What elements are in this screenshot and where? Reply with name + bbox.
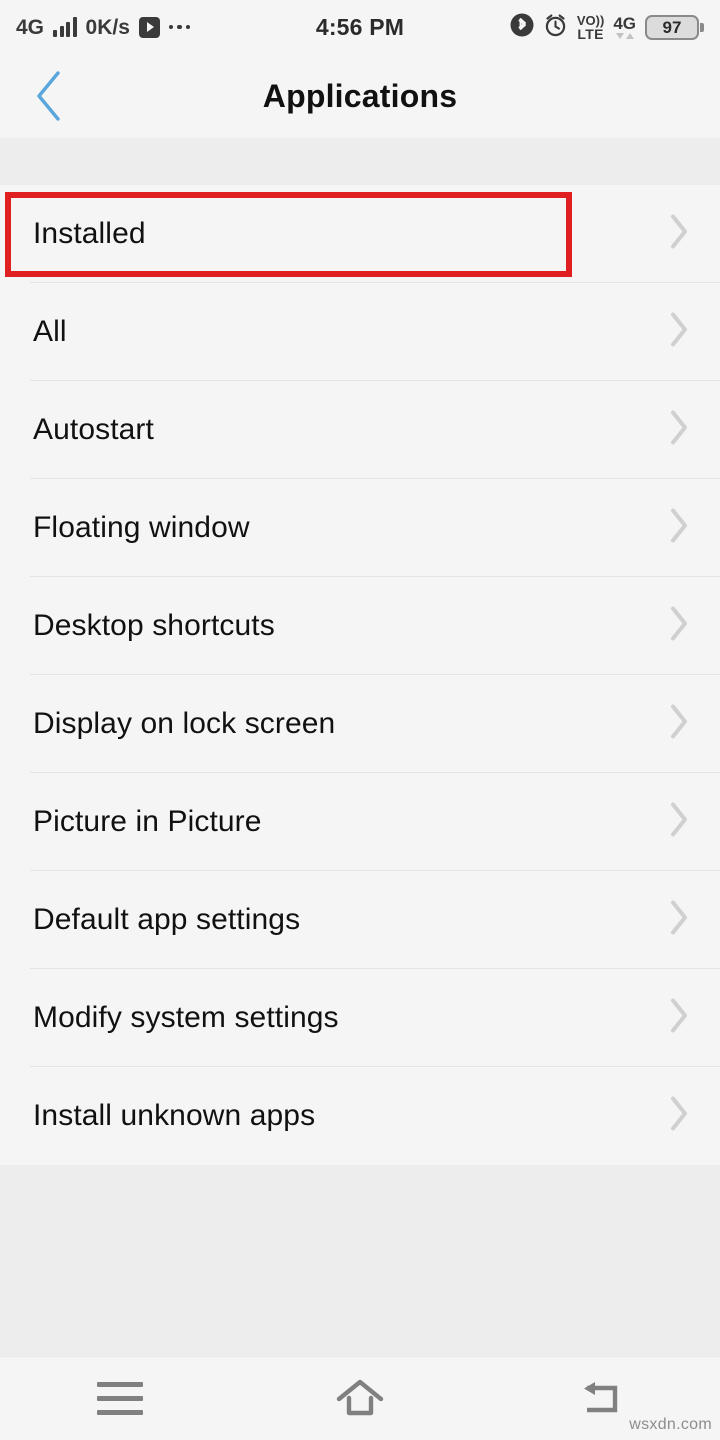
phone-screen: 4G 0K/s 4:56 PM VO)) LTE 4G 97 Applicati… [0,0,720,1440]
chevron-right-icon [668,899,690,942]
list-item-modify-system-settings[interactable]: Modify system settings [0,969,720,1067]
list-item-label: Autostart [33,413,154,446]
chevron-right-icon [668,409,690,452]
list-item-default-app-settings[interactable]: Default app settings [0,871,720,969]
list-item-installed[interactable]: Installed [0,185,720,283]
volte-top-label: VO)) [576,12,605,28]
list-item-autostart[interactable]: Autostart [0,381,720,479]
signal-bars-icon [53,17,77,37]
chevron-right-icon [668,1095,690,1138]
mobile-data-indicator: 4G [613,15,636,39]
battery-icon: 97 [645,14,704,40]
status-bar-left: 4G 0K/s [16,15,191,39]
list-item-label: Floating window [33,511,250,544]
volte-indicator: VO)) LTE [577,14,604,41]
more-dots-icon [168,24,191,30]
home-button[interactable] [240,1357,480,1440]
alarm-clock-icon [543,12,568,43]
list-item-label: Desktop shortcuts [33,609,275,642]
bluetooth-icon [510,12,534,43]
list-item-label: Default app settings [33,903,301,936]
site-watermark: wsxdn.com [629,1416,712,1433]
menu-hamburger-icon [97,1382,143,1415]
list-item-floating-window[interactable]: Floating window [0,479,720,577]
list-bottom-spacer [0,1165,720,1377]
list-item-desktop-shortcuts[interactable]: Desktop shortcuts [0,577,720,675]
system-navigation-bar [0,1356,720,1440]
network-type-label: 4G [16,15,45,39]
chevron-right-icon [668,213,690,256]
chevron-right-icon [668,311,690,354]
page-title: Applications [262,77,458,114]
chevron-right-icon [668,507,690,550]
video-play-icon [138,16,160,38]
data-transfer-arrows-icon [615,33,634,39]
header-list-spacer [0,138,720,185]
list-item-picture-in-picture[interactable]: Picture in Picture [0,773,720,871]
home-icon [336,1379,384,1415]
list-item-label: Picture in Picture [33,805,262,838]
battery-level-label: 97 [662,17,682,37]
page-header: Applications [0,54,720,138]
list-item-label: Installed [33,217,146,250]
mobile-data-label: 4G [613,14,636,33]
list-item-install-unknown-apps[interactable]: Install unknown apps [0,1067,720,1165]
chevron-right-icon [668,605,690,648]
data-rate-label: 0K/s [85,15,130,39]
list-item-display-on-lock-screen[interactable]: Display on lock screen [0,675,720,773]
recents-button[interactable] [0,1357,240,1440]
list-item-all[interactable]: All [0,283,720,381]
back-return-icon [584,1381,618,1412]
chevron-right-icon [668,801,690,844]
volte-bottom-label: LTE [577,25,604,42]
chevron-right-icon [668,703,690,746]
list-item-label: Display on lock screen [33,707,336,740]
status-bar: 4G 0K/s 4:56 PM VO)) LTE 4G 97 [0,0,720,54]
chevron-right-icon [668,997,690,1040]
chevron-left-icon [37,71,60,121]
status-bar-right: VO)) LTE 4G 97 [510,12,704,43]
back-button[interactable] [18,65,80,127]
settings-list: Installed All Autostart Floating window [0,185,720,1165]
list-item-label: All [33,315,67,348]
list-item-label: Install unknown apps [33,1099,316,1132]
list-item-label: Modify system settings [33,1001,339,1034]
